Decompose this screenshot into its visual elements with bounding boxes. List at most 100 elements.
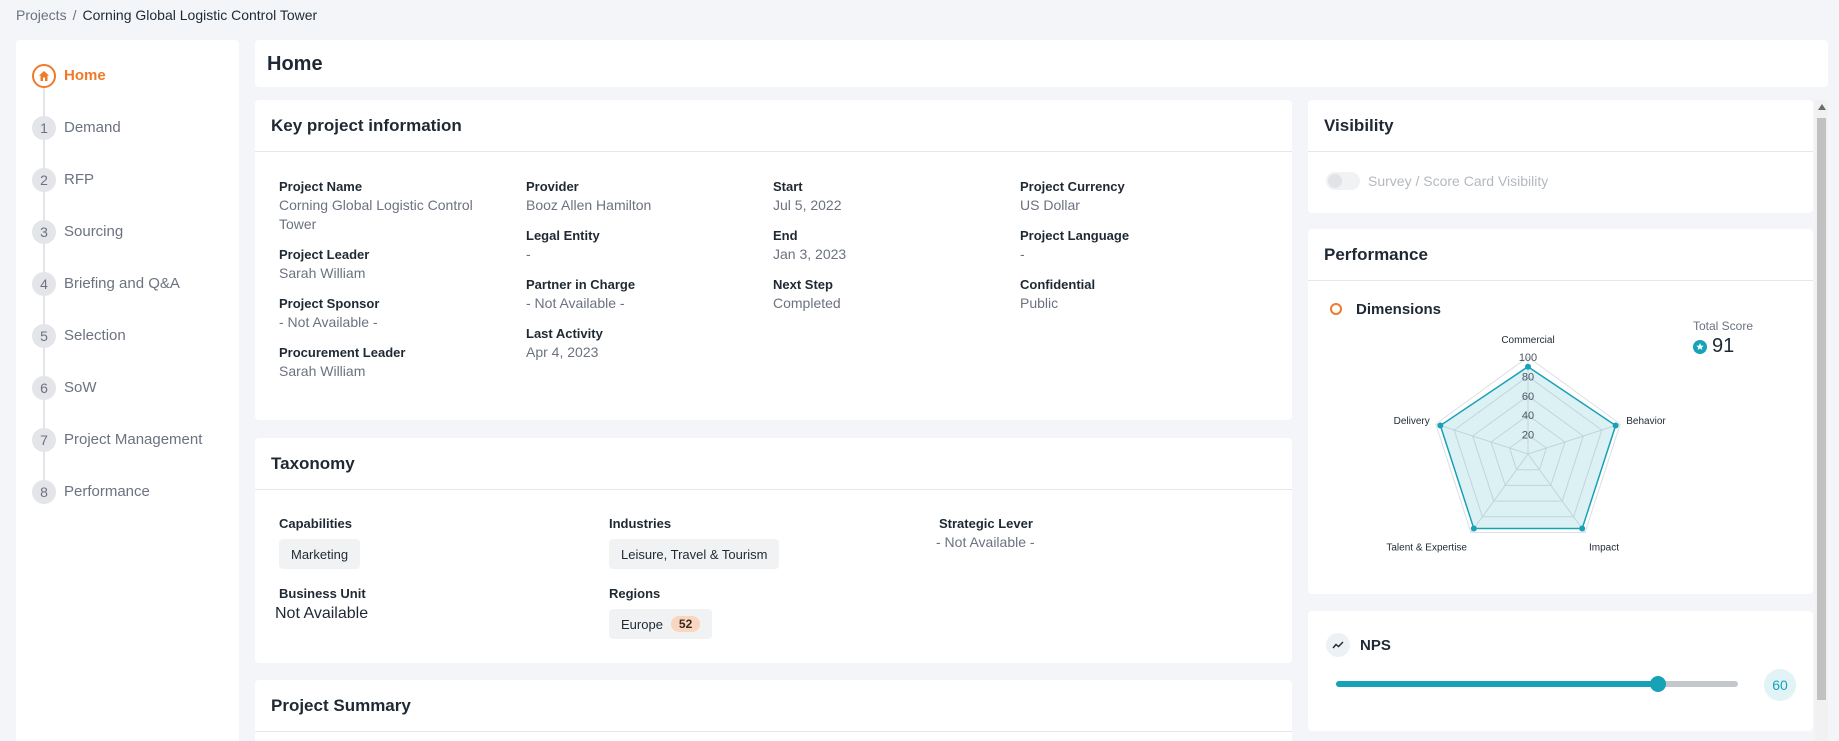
key-info-column: Project Name Corning Global Logistic Con… [279, 178, 519, 393]
sidebar-item-label: SoW [64, 379, 97, 396]
sidebar-item-label: Selection [64, 327, 126, 344]
visibility-card: Visibility Survey / Score Card Visibilit… [1308, 100, 1813, 213]
capability-chip: Marketing [279, 539, 361, 569]
dimensions-label: Dimensions [1356, 300, 1442, 318]
sidebar-item-demand[interactable]: 1 Demand [32, 116, 202, 168]
card-title: Performance [1308, 229, 1813, 281]
breadcrumb-projects-link[interactable]: Projects [16, 7, 67, 23]
radar-category-label: Behavior [1626, 416, 1666, 427]
field-label: Next Step [773, 277, 833, 292]
sidebar: Home 1 Demand 2 RFP 3 Sourcing 4 Briefin… [16, 40, 239, 741]
field-value: Booz Allen Hamilton [526, 197, 652, 213]
legal-entity-field: Legal Entity - [526, 227, 766, 264]
key-info-column: Provider Booz Allen Hamilton Legal Entit… [526, 178, 766, 374]
page-header: Home [255, 40, 1828, 87]
nps-title: NPS [1360, 636, 1391, 654]
toggle-knob [1328, 174, 1342, 188]
dimensions-radar-chart: 20 40 60 80 100 Commercial Behavior Impact Talen… [1386, 335, 1666, 553]
scrollbar[interactable] [1815, 100, 1828, 741]
sidebar-item-label: Home [64, 67, 106, 84]
nps-slider-fill [1336, 681, 1658, 687]
start-field: Start Jul 5, 2022 [773, 178, 1013, 215]
card-title: Key project information [255, 100, 1292, 152]
toggle-label: Survey / Score Card Visibility [1368, 173, 1549, 189]
card-title: Taxonomy [255, 438, 1292, 490]
step-list: Home 1 Demand 2 RFP 3 Sourcing 4 Briefin… [32, 64, 202, 532]
performance-card: Performance Dimensions Total Score 91 20… [1308, 229, 1813, 594]
field-label: Project Sponsor [279, 296, 380, 311]
radar-category-label: Commercial [1501, 335, 1554, 346]
last-activity-field: Last Activity Apr 4, 2023 [526, 325, 766, 362]
sidebar-item-home[interactable]: Home [32, 64, 202, 116]
scorecard-visibility-toggle[interactable] [1326, 172, 1360, 190]
sidebar-item-sow[interactable]: 6 SoW [32, 376, 202, 428]
radar-data-point [1579, 525, 1586, 532]
field-label: Regions [609, 586, 661, 601]
sidebar-item-performance[interactable]: 8 Performance [32, 480, 202, 532]
strategic-lever-field: Strategic Lever - Not Available - [936, 515, 1035, 552]
field-value: Public [1020, 295, 1059, 311]
key-info-column: Start Jul 5, 2022 End Jan 3, 2023 Next S… [773, 178, 1013, 325]
project-currency-field: Project Currency US Dollar [1020, 178, 1260, 215]
home-icon [32, 64, 56, 88]
field-label: Last Activity [526, 326, 603, 341]
nps-slider[interactable] [1336, 676, 1738, 692]
sidebar-item-sourcing[interactable]: 3 Sourcing [32, 220, 202, 272]
step-number: 4 [32, 272, 56, 296]
taxonomy-card: Taxonomy Capabilities Marketing Industri… [255, 438, 1292, 663]
card-title: Project Summary [255, 680, 1292, 732]
sidebar-item-label: Briefing and Q&A [64, 275, 180, 292]
field-label: Project Name [279, 179, 363, 194]
field-label: Project Leader [279, 247, 370, 262]
field-value: Jan 3, 2023 [773, 246, 847, 262]
step-number: 7 [32, 428, 56, 452]
sidebar-item-project-management[interactable]: 7 Project Management [32, 428, 202, 480]
field-value: Sarah William [279, 363, 366, 379]
card-title: Visibility [1308, 100, 1813, 152]
step-number: 3 [32, 220, 56, 244]
sidebar-item-briefing[interactable]: 4 Briefing and Q&A [32, 272, 202, 324]
field-value: - Not Available - [279, 314, 378, 330]
field-label: Start [773, 179, 803, 194]
field-value: Jul 5, 2022 [773, 197, 842, 213]
nps-slider-thumb[interactable] [1649, 676, 1666, 692]
step-number: 6 [32, 376, 56, 400]
field-value: - [1020, 246, 1025, 262]
project-leader-field: Project Leader Sarah William [279, 246, 519, 283]
field-value: Corning Global Logistic Control Tower [279, 197, 473, 232]
radar-data-point [1525, 363, 1531, 370]
step-number: 1 [32, 116, 56, 140]
scrollbar-thumb[interactable] [1817, 118, 1826, 700]
field-label: Industries [609, 516, 672, 531]
dimensions-header: Dimensions [1326, 299, 1441, 319]
field-label: Provider [526, 179, 579, 194]
sidebar-item-label: Sourcing [64, 223, 124, 240]
nps-header: NPS [1326, 633, 1391, 657]
page-title: Home [267, 53, 323, 75]
radar-tick-label: 40 [1522, 410, 1534, 422]
field-label: End [773, 228, 798, 243]
field-label: Legal Entity [526, 228, 600, 243]
sidebar-item-selection[interactable]: 5 Selection [32, 324, 202, 376]
trend-icon [1326, 633, 1350, 657]
key-project-information-card: Key project information Project Name Cor… [255, 100, 1292, 420]
region-count-badge: 52 [670, 616, 701, 632]
radar-category-label: Delivery [1394, 416, 1430, 427]
sidebar-item-label: RFP [64, 171, 94, 188]
sidebar-item-label: Performance [64, 483, 150, 500]
radar-data-point [1470, 525, 1477, 532]
total-score-value: 91 [1712, 335, 1735, 357]
regions-field: Regions Europe 52 [609, 585, 713, 639]
radar-category-label: Talent & Expertise [1386, 542, 1467, 553]
breadcrumb: Projects / Corning Global Logistic Control… [16, 7, 317, 23]
radar-category-label: Impact [1589, 542, 1619, 553]
project-summary-card: Project Summary [255, 680, 1292, 741]
field-label: Confidential [1020, 277, 1096, 292]
confidential-field: Confidential Public [1020, 276, 1260, 313]
industry-chip: Leisure, Travel & Tourism [609, 539, 780, 569]
radar-data-point [1437, 422, 1444, 429]
sidebar-item-rfp[interactable]: 2 RFP [32, 168, 202, 220]
scroll-up-arrow[interactable] [1818, 104, 1826, 110]
key-info-column: Project Currency US Dollar Project Langu… [1020, 178, 1260, 325]
field-label: Procurement Leader [279, 345, 406, 360]
